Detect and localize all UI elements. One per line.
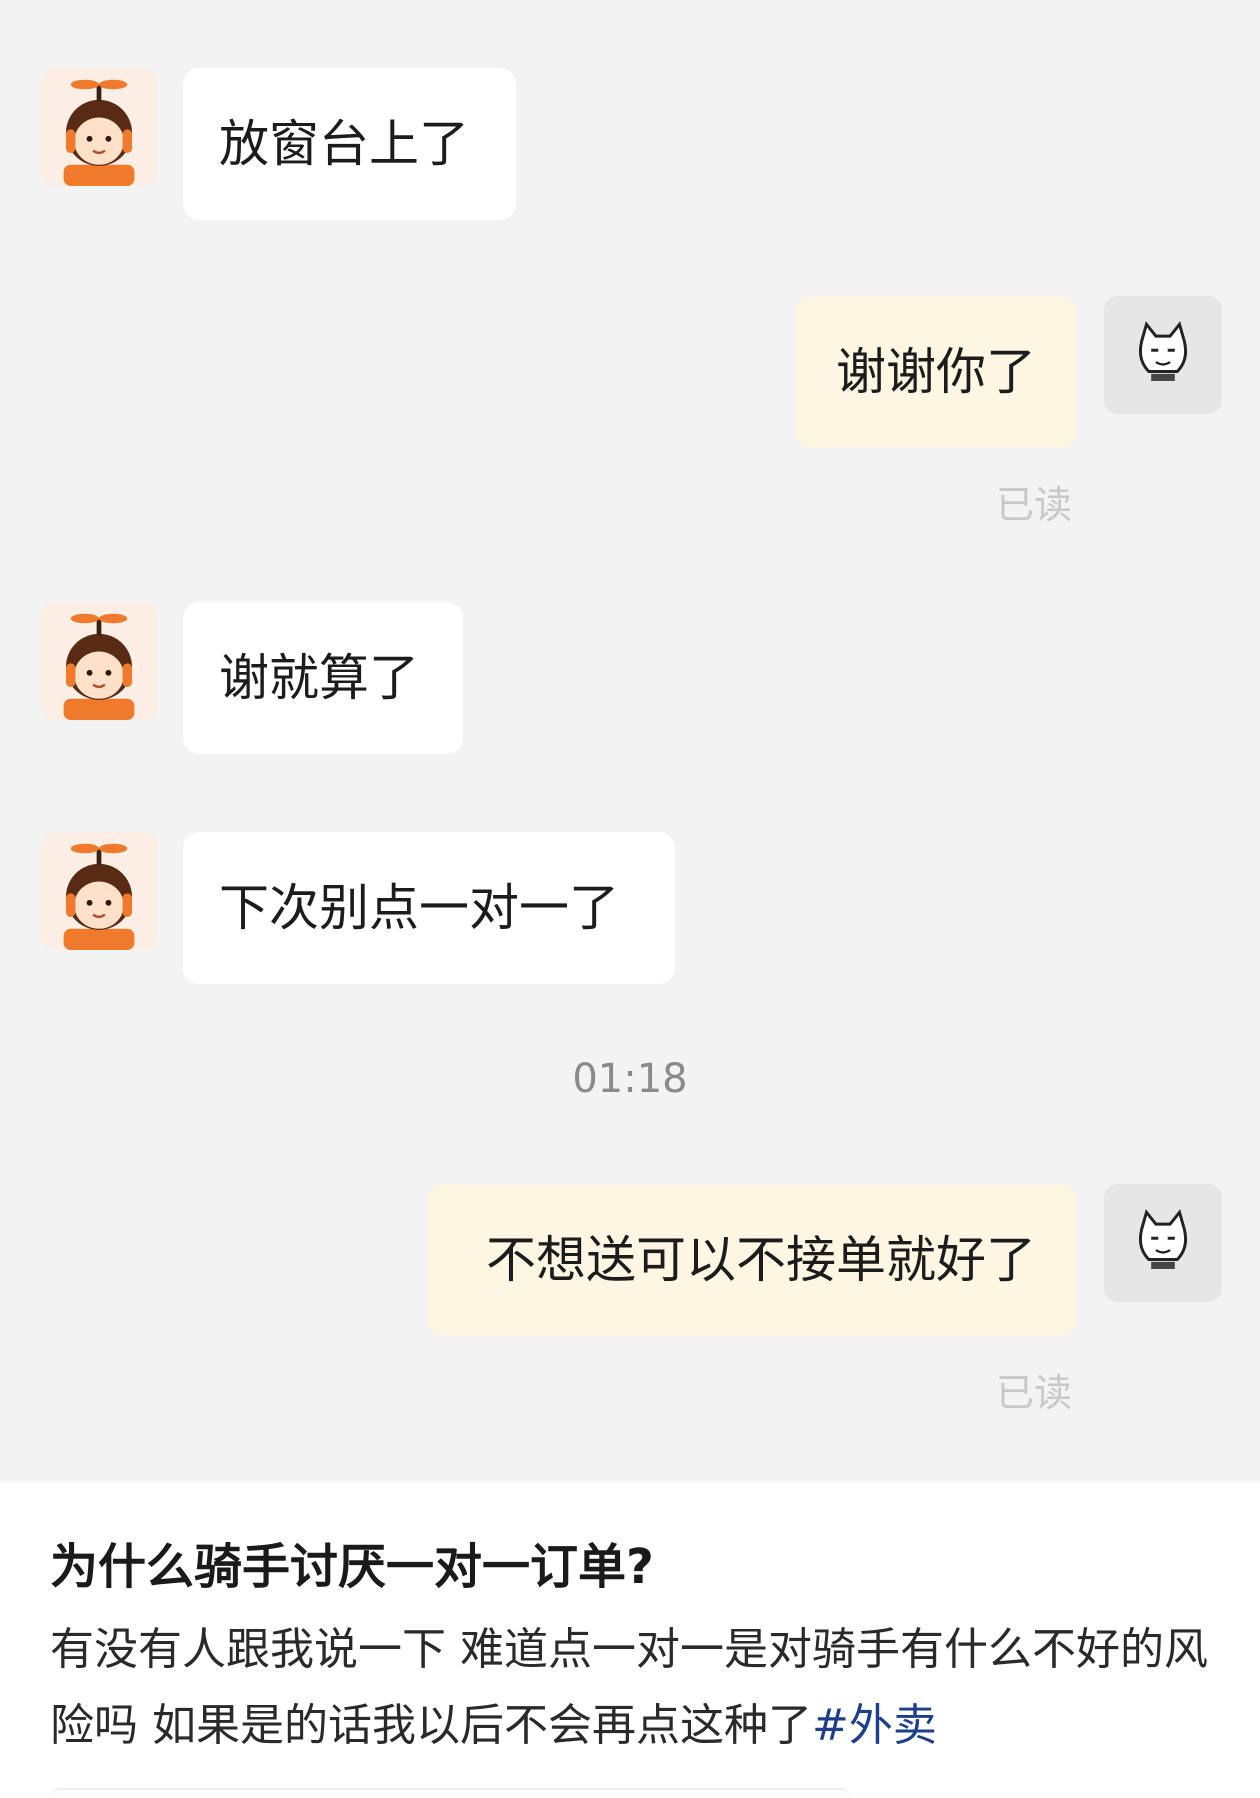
post-card[interactable]: 为什么骑手讨厌一对一订单? 有没有人跟我说一下 难道点一对一是对骑手有什么不好的… — [0, 1482, 1260, 1798]
message-text: 放窗台上了 — [219, 115, 469, 173]
message-text: 谢谢你了 — [836, 343, 1036, 401]
rider-avatar-icon[interactable] — [40, 68, 158, 186]
chat-area[interactable]: 放窗台上了 谢谢你了 已读 谢就算了 下次别点一对一了 01:18 不想送可以不… — [0, 0, 1260, 1482]
post-body-text: 有没有人跟我说一下 难道点一对一是对骑手有什么不好的风险吗 如果是的话我以后不会… — [50, 1624, 1208, 1751]
message-text: 不想送可以不接单就好了 — [486, 1231, 1036, 1289]
read-receipt: 已读 — [996, 483, 1073, 527]
cat-sketch-avatar-icon[interactable] — [1104, 1184, 1222, 1302]
message-bubble[interactable]: 谢就算了 — [183, 602, 463, 754]
hashtag-link[interactable]: #外卖 — [812, 1700, 937, 1751]
rider-avatar-icon[interactable] — [40, 832, 158, 950]
message-text: 谢就算了 — [219, 649, 419, 707]
message-text: 下次别点一对一了 — [219, 879, 619, 937]
divider — [50, 1788, 850, 1798]
message-bubble[interactable]: 下次别点一对一了 — [183, 832, 675, 984]
read-receipt: 已读 — [996, 1371, 1073, 1415]
post-body: 有没有人跟我说一下 难道点一对一是对骑手有什么不好的风险吗 如果是的话我以后不会… — [50, 1612, 1220, 1764]
message-bubble[interactable]: 谢谢你了 — [796, 296, 1076, 448]
message-bubble[interactable]: 放窗台上了 — [183, 68, 516, 220]
cat-sketch-avatar-icon[interactable] — [1104, 296, 1222, 414]
post-title: 为什么骑手讨厌一对一订单? — [50, 1539, 654, 1595]
message-bubble[interactable]: 不想送可以不接单就好了 — [428, 1184, 1076, 1336]
rider-avatar-icon[interactable] — [40, 602, 158, 720]
timestamp: 01:18 — [572, 1056, 688, 1102]
